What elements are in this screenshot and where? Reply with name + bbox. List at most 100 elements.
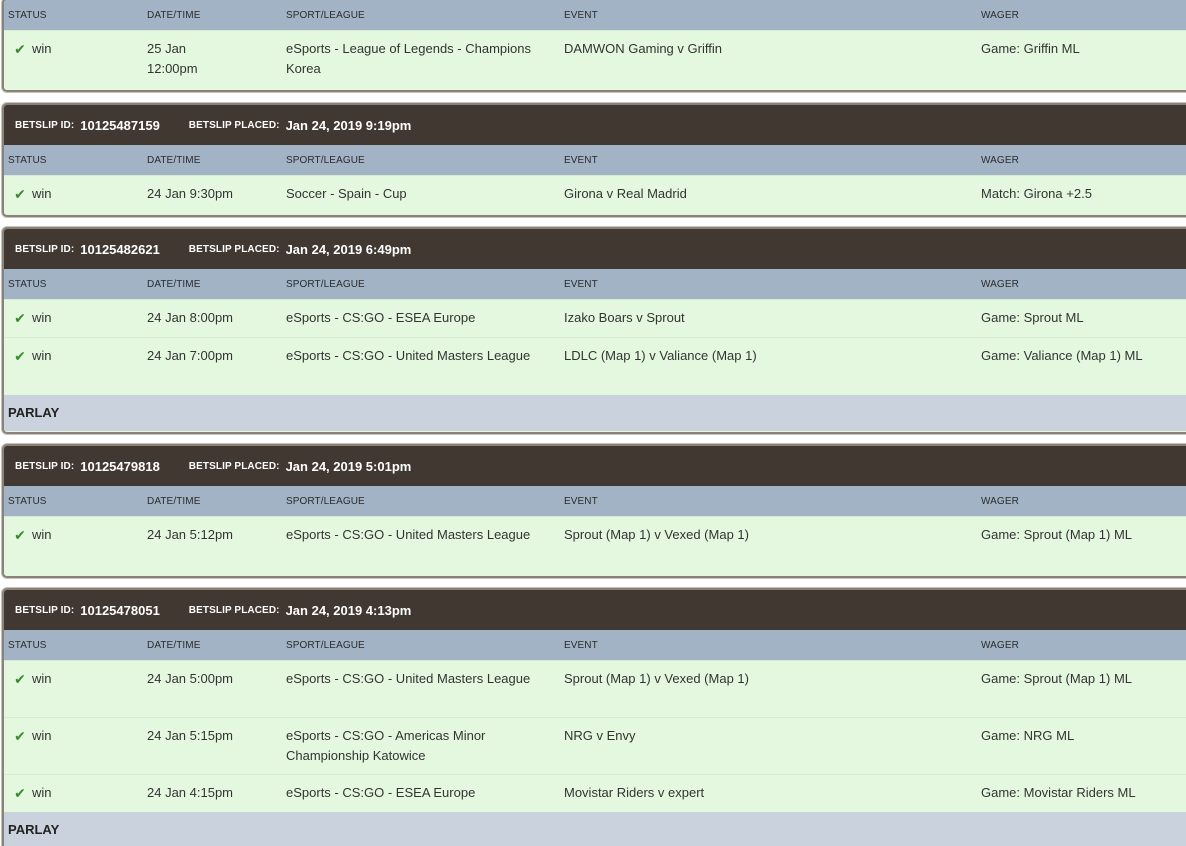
betslip-header: BETSLIP ID: 10125479818 BETSLIP PLACED: … <box>4 446 1186 486</box>
betslip-header: BETSLIP ID: 10125487159 BETSLIP PLACED: … <box>4 105 1186 145</box>
bet-date: 24 Jan 7:00pm <box>147 348 234 363</box>
bet-event: NRG v Envy <box>564 728 636 743</box>
betslip-id-label: BETSLIP ID: <box>15 243 75 255</box>
bet-event: LDLC (Map 1) v Valiance (Map 1) <box>564 348 757 363</box>
column-header-row: STATUS DATE/TIME SPORT/LEAGUE EVENT WAGE… <box>4 145 1186 175</box>
bet-date: 24 Jan 5:12pm <box>147 527 234 542</box>
column-wager: WAGER <box>981 279 1019 290</box>
column-event: EVENT <box>564 155 598 166</box>
betslip-placed-label: BETSLIP PLACED: <box>188 243 280 255</box>
bet-row: ✔ win 24 Jan 9:30pm Soccer - Spain - Cup … <box>4 175 1186 214</box>
betslip-id: 10125487159 <box>80 117 160 133</box>
bet-event: DAMWON Gaming v Griffin <box>564 41 722 56</box>
column-sport: SPORT/LEAGUE <box>286 155 365 166</box>
betslip-id-label: BETSLIP ID: <box>15 119 75 131</box>
bet-sport: eSports - CS:GO - Americas Minor Champio… <box>286 728 486 763</box>
betslip-placed: Jan 24, 2019 5:01pm <box>285 458 412 474</box>
bet-sport: eSports - CS:GO - ESEA Europe <box>286 785 476 800</box>
bet-sport: eSports - CS:GO - ESEA Europe <box>286 310 476 325</box>
bet-event: Girona v Real Madrid <box>564 186 687 201</box>
bet-date: 24 Jan 4:15pm <box>147 785 234 800</box>
betslip-header: BETSLIP ID: 10125478051 BETSLIP PLACED: … <box>4 590 1186 630</box>
column-wager: WAGER <box>981 155 1019 166</box>
betslip-placed: Jan 24, 2019 9:19pm <box>285 117 412 133</box>
bet-status: ✔ win <box>12 726 51 746</box>
bet-wager: Game: Griffin ML <box>981 41 1080 56</box>
column-event: EVENT <box>564 496 598 507</box>
bet-sport: Soccer - Spain - Cup <box>286 186 407 201</box>
column-header-row: STATUS DATE/TIME SPORT/LEAGUE EVENT WAGE… <box>4 0 1186 30</box>
column-event: EVENT <box>564 279 598 290</box>
column-status: STATUS <box>8 155 47 166</box>
bet-wager: Game: NRG ML <box>981 728 1075 743</box>
check-icon: ✔ <box>14 728 26 744</box>
betslip-id: 10125479818 <box>80 458 160 474</box>
bet-wager: Game: Sprout ML <box>981 310 1084 325</box>
bet-status: ✔ win <box>12 184 51 204</box>
bet-status: ✔ win <box>12 783 51 803</box>
column-sport: SPORT/LEAGUE <box>286 279 365 290</box>
betslip-placed: Jan 24, 2019 4:13pm <box>285 602 412 618</box>
bet-wager: Game: Sprout (Map 1) ML <box>981 527 1132 542</box>
check-icon: ✔ <box>14 41 26 57</box>
column-status: STATUS <box>8 279 47 290</box>
column-status: STATUS <box>8 10 47 21</box>
check-icon: ✔ <box>14 671 26 687</box>
check-icon: ✔ <box>14 186 26 202</box>
bet-date: 24 Jan 5:00pm <box>147 671 234 686</box>
betslip-card: BETSLIP ID: 10125487159 BETSLIP PLACED: … <box>2 103 1186 217</box>
column-wager: WAGER <box>981 10 1019 21</box>
column-sport: SPORT/LEAGUE <box>286 10 365 21</box>
betslip-card: BETSLIP ID: 10125478051 BETSLIP PLACED: … <box>2 588 1186 846</box>
column-header-row: STATUS DATE/TIME SPORT/LEAGUE EVENT WAGE… <box>4 630 1186 660</box>
betslip-card: BETSLIP ID: 10125482621 BETSLIP PLACED: … <box>2 227 1186 434</box>
betslip-card: STATUS DATE/TIME SPORT/LEAGUE EVENT WAGE… <box>2 0 1186 92</box>
bet-date: 24 Jan 9:30pm <box>147 186 234 201</box>
column-header-row: STATUS DATE/TIME SPORT/LEAGUE EVENT WAGE… <box>4 486 1186 516</box>
bet-sport: eSports - CS:GO - United Masters League <box>286 671 531 686</box>
bet-row: ✔ win 24 Jan 5:15pm eSports - CS:GO - Ame… <box>4 717 1186 774</box>
column-date: DATE/TIME <box>147 10 201 21</box>
bet-sport: eSports - CS:GO - United Masters League <box>286 527 531 542</box>
bet-event: Sprout (Map 1) v Vexed (Map 1) <box>564 671 749 686</box>
parlay-label: PARLAY <box>4 395 1186 431</box>
column-wager: WAGER <box>981 640 1019 651</box>
betslip-placed-label: BETSLIP PLACED: <box>188 604 280 616</box>
check-icon: ✔ <box>14 527 26 543</box>
bet-sport: eSports - CS:GO - United Masters League <box>286 348 531 363</box>
bet-history-page: STATUS DATE/TIME SPORT/LEAGUE EVENT WAGE… <box>0 0 1186 846</box>
bet-event: Movistar Riders v expert <box>564 785 705 800</box>
column-header-row: STATUS DATE/TIME SPORT/LEAGUE EVENT WAGE… <box>4 269 1186 299</box>
check-icon: ✔ <box>14 348 26 364</box>
betslip-id: 10125478051 <box>80 602 160 618</box>
bet-wager: Game: Valiance (Map 1) ML <box>981 348 1143 363</box>
column-date: DATE/TIME <box>147 496 201 507</box>
bet-sport: eSports - League of Legends - Champions … <box>286 41 531 76</box>
column-status: STATUS <box>8 496 47 507</box>
betslip-id: 10125482621 <box>80 241 160 257</box>
bet-event: Sprout (Map 1) v Vexed (Map 1) <box>564 527 749 542</box>
bet-status: ✔ win <box>12 525 51 545</box>
column-event: EVENT <box>564 640 598 651</box>
betslip-card: BETSLIP ID: 10125479818 BETSLIP PLACED: … <box>2 444 1186 578</box>
parlay-label: PARLAY <box>4 812 1186 846</box>
column-event: EVENT <box>564 10 598 21</box>
bet-row: ✔ win 24 Jan 5:12pm eSports - CS:GO - Uni… <box>4 516 1186 575</box>
bet-row: ✔ win 24 Jan 8:00pm eSports - CS:GO - ESE… <box>4 299 1186 337</box>
bet-wager: Game: Sprout (Map 1) ML <box>981 671 1132 686</box>
bet-wager: Match: Girona +2.5 <box>981 186 1092 201</box>
betslip-header: BETSLIP ID: 10125482621 BETSLIP PLACED: … <box>4 229 1186 269</box>
column-sport: SPORT/LEAGUE <box>286 640 365 651</box>
bet-date: 24 Jan 8:00pm <box>147 310 234 325</box>
bet-date: 25 Jan 12:00pm <box>147 41 198 76</box>
betslip-placed: Jan 24, 2019 6:49pm <box>285 241 412 257</box>
bet-row: ✔ win 24 Jan 4:15pm eSports - CS:GO - ESE… <box>4 774 1186 812</box>
column-sport: SPORT/LEAGUE <box>286 496 365 507</box>
column-date: DATE/TIME <box>147 279 201 290</box>
bet-row: ✔ win 25 Jan 12:00pm eSports - League of … <box>4 30 1186 89</box>
betslip-id-label: BETSLIP ID: <box>15 604 75 616</box>
check-icon: ✔ <box>14 785 26 801</box>
bet-row: ✔ win 24 Jan 7:00pm eSports - CS:GO - Uni… <box>4 337 1186 395</box>
bet-status: ✔ win <box>12 308 51 328</box>
betslip-placed-label: BETSLIP PLACED: <box>188 119 280 131</box>
